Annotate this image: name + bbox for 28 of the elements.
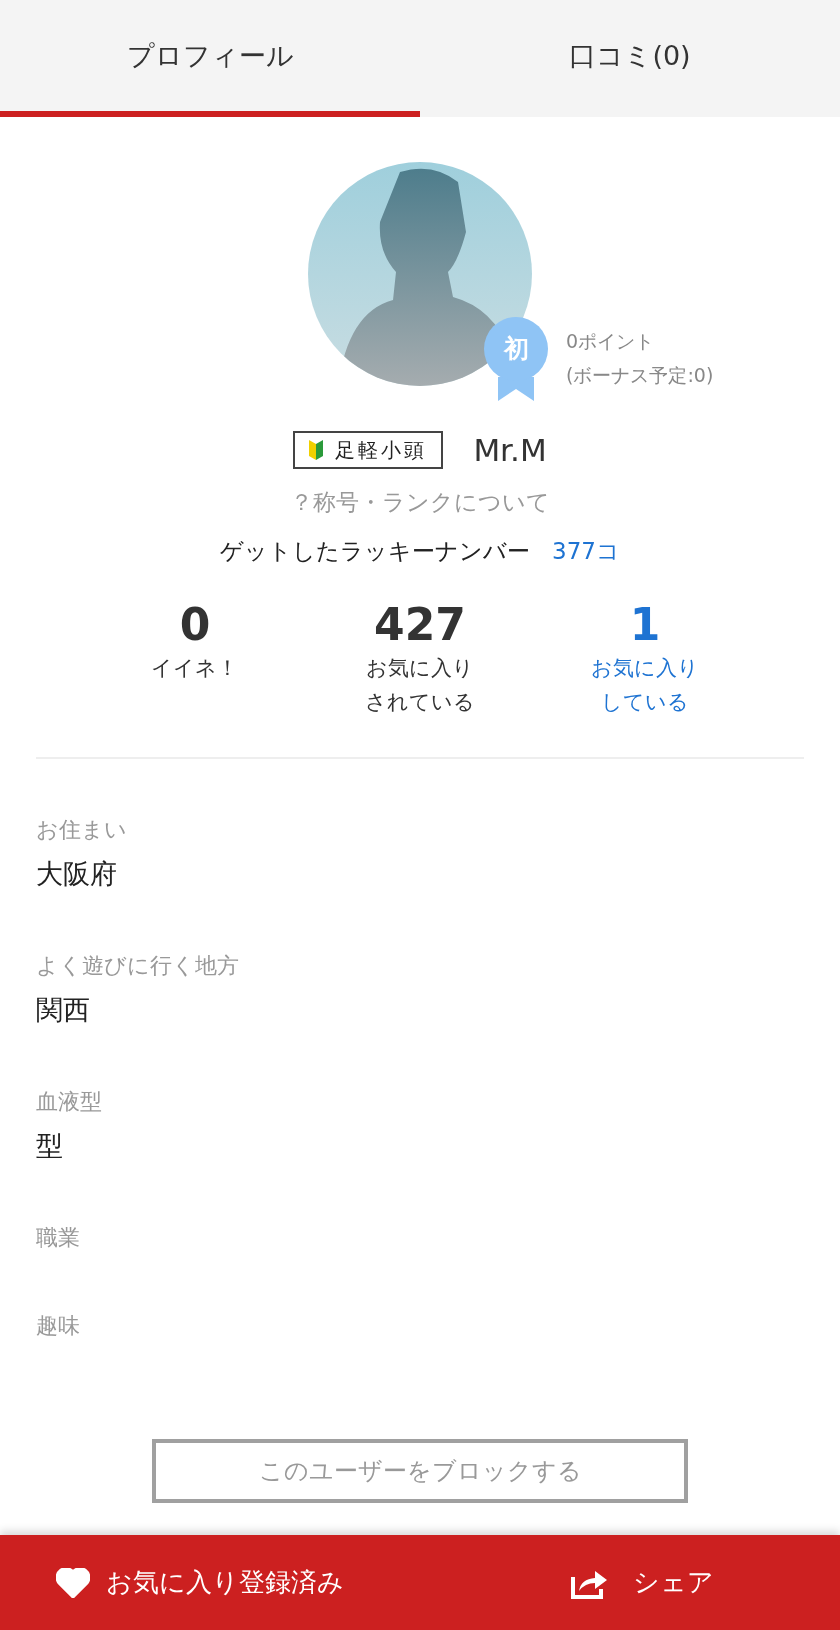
field-value: 大阪府 [36, 857, 118, 891]
field-label: 職業 [36, 1224, 81, 1252]
user-name: Mr.M [473, 432, 547, 468]
field-value: 型 [36, 1129, 64, 1163]
field-value: 関西 [36, 993, 91, 1027]
favorite-button[interactable]: お気に入り登録済み [56, 1535, 344, 1630]
stat-value: 427 [374, 599, 466, 651]
field-label: お住まい [36, 816, 128, 844]
stat-value[interactable]: 1 [629, 599, 661, 651]
beginner-mark-icon [309, 440, 324, 460]
points-text: 0ポイント [566, 329, 656, 354]
tab[interactable]: 口コミ(0) [420, 0, 840, 117]
stat-label: お気に入りされている [364, 655, 476, 716]
stat-label[interactable]: お気に入りしている [589, 651, 701, 719]
field-label: よく遊びに行く地方 [36, 952, 240, 980]
ribbon-tail-icon [498, 377, 534, 401]
share-button[interactable]: シェア [571, 1535, 714, 1630]
lucky-number-count[interactable]: 377コ [552, 536, 620, 567]
bonus-text: (ボーナス予定:0) [566, 363, 714, 388]
title-badge: 足軽小頭 [293, 431, 444, 469]
tab[interactable]: プロフィール [0, 0, 420, 117]
stat-value: 0 [179, 599, 211, 651]
field-label: 趣味 [36, 1312, 81, 1340]
lucky-number-label: ゲットしたラッキーナンバー [220, 537, 531, 566]
rank-info-link[interactable]: ？称号・ランクについて [290, 487, 550, 518]
field-label: 血液型 [36, 1088, 103, 1116]
stat-label: イイネ！ [150, 655, 240, 682]
block-user-button[interactable]: このユーザーをブロックする [152, 1439, 688, 1503]
